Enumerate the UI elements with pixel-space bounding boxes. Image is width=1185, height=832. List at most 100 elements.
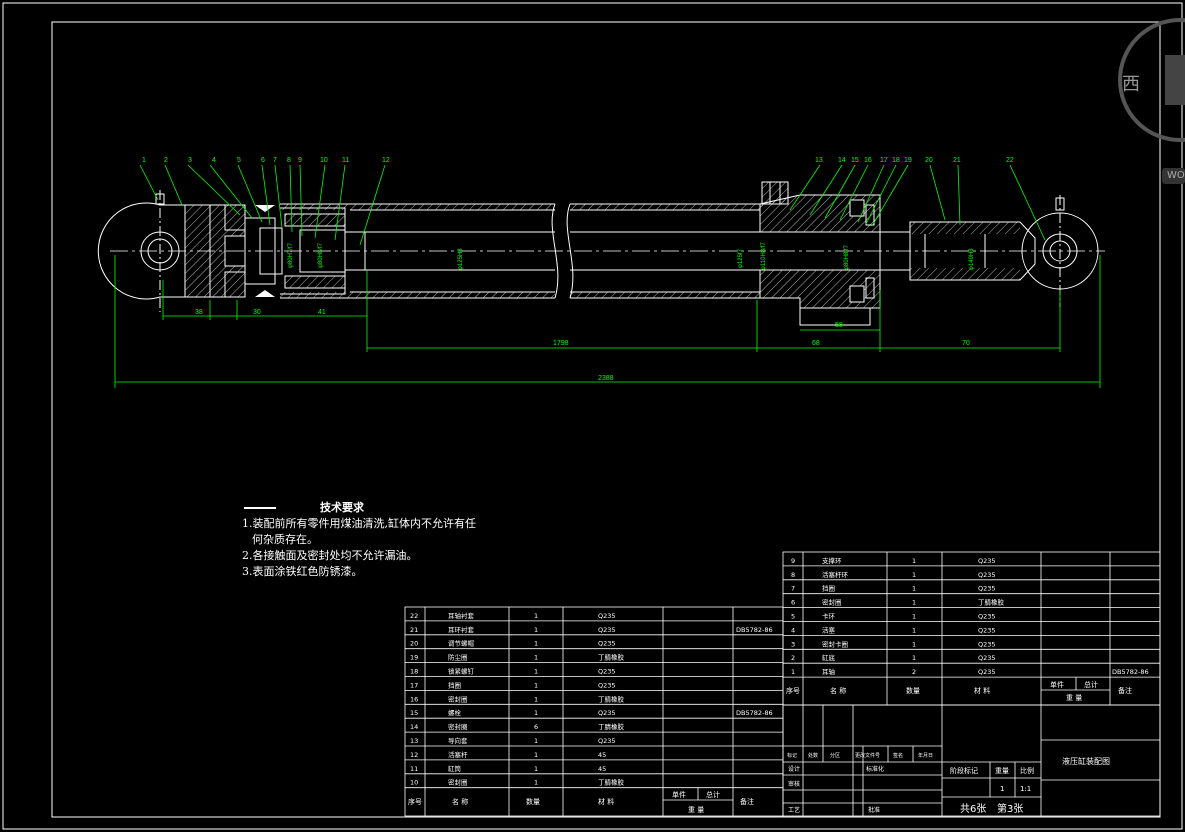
balloon-7: 7	[273, 157, 277, 164]
balloon-8: 8	[287, 157, 291, 164]
tech-title: 技术要求	[320, 501, 364, 514]
bom-cell-name: 密封圈	[822, 598, 842, 607]
bom-left-h-name: 名 称	[452, 797, 468, 806]
bom-cell-name: 缸筒	[448, 764, 462, 773]
bom-cell-mat: Q235	[598, 640, 616, 648]
title-underline	[244, 507, 276, 509]
balloon-labels: 1 2 3 4 5 6 7 8 9 10 11 12 13 14 15 16 1…	[142, 157, 1014, 164]
bom-cell-no: 20	[410, 640, 418, 648]
bom-cell-name: 密封圈	[448, 778, 468, 787]
bom-cell-no: 10	[410, 779, 418, 787]
bom-cell-no: 5	[791, 613, 795, 621]
dim-70: 70	[962, 340, 970, 347]
rev-h-1: 处数	[808, 752, 818, 759]
bom-cell-name: 缸底	[822, 653, 836, 662]
bom-cell-no: 22	[410, 612, 418, 620]
bom-right-h-no: 序号	[786, 686, 800, 695]
bom-cell-mat: 45	[598, 765, 606, 773]
bom-cell-std: DB5782-86	[736, 626, 773, 634]
bom-cell-mat: Q235	[978, 640, 996, 648]
bom-left-h-no: 序号	[408, 797, 422, 806]
bom-cell-mat: Q235	[978, 613, 996, 621]
bom-cell-qty: 1	[912, 626, 916, 634]
tech-line-3: 2.各接触面及密封处均不允许漏油。	[242, 549, 418, 562]
bom-cell-qty: 1	[912, 585, 916, 593]
bom-cell-qty: 1	[912, 571, 916, 579]
rev-h-0: 标记	[787, 752, 797, 759]
bom-cell-no: 7	[791, 585, 795, 593]
bom-cell-name: 螺栓	[448, 708, 462, 717]
bom-cell-qty: 1	[534, 779, 538, 787]
bom-right-h-weight: 重 量	[1066, 694, 1082, 702]
bom-cell-mat: 丁腈橡胶	[598, 694, 625, 703]
rev-h-4: 签名	[893, 752, 903, 759]
bom-cell-mat: 丁腈橡胶	[978, 598, 1005, 607]
balloon-20: 20	[925, 157, 933, 164]
balloon-22: 22	[1006, 157, 1014, 164]
bom-cell-mat: Q235	[598, 626, 616, 634]
bom-cell-mat: Q235	[978, 626, 996, 634]
bom-cell-mat: Q235	[978, 557, 996, 565]
rev-h-2: 分区	[830, 752, 840, 759]
dim-41: 41	[318, 309, 326, 316]
dia-phi-e: φ110H8/f7	[761, 242, 767, 270]
bom-cell-qty: 1	[534, 654, 538, 662]
bom-left-h-weight: 重 量	[688, 806, 704, 814]
balloon-10: 10	[320, 157, 328, 164]
bom-cell-no: 18	[410, 668, 418, 676]
watermark-char: 西	[1122, 74, 1140, 95]
bom-cell-mat: Q235	[978, 585, 996, 593]
bom-cell-mat: 45	[598, 751, 606, 759]
balloon-3: 3	[188, 157, 192, 164]
dia-phi-d: φ125f7	[738, 248, 744, 268]
balloon-13: 13	[815, 157, 823, 164]
bom-right-rows: 9 支撑环 1 Q235 8 活塞杆环 1 Q235 7 挡圈 1 Q235 6 密封圈 1 丁腈橡胶 5 卡环 1…	[783, 556, 1160, 678]
watermark-logo	[1118, 18, 1185, 184]
bom-cell-no: 14	[410, 723, 418, 731]
bom-right-h-name: 名 称	[830, 686, 846, 695]
bom-cell-name: 锁紧螺钉	[448, 667, 475, 676]
bom-cell-qty: 1	[912, 613, 916, 621]
bom-cell-no: 12	[410, 751, 418, 759]
sheet-count: 共6张	[960, 803, 986, 815]
title-block-text: 液压缸装配图 阶段标记 重量 比例 1 1:1 共6张 第3张 标记 处数 分区…	[787, 752, 1110, 815]
bom-right-h-qty: 数量	[906, 686, 920, 695]
balloon-16: 16	[864, 157, 872, 164]
bom-cell-qty: 1	[534, 612, 538, 620]
dia-phi-a: φ80H7/f7	[288, 242, 294, 268]
balloon-11: 11	[342, 157, 349, 164]
bom-cell-no: 19	[410, 654, 418, 662]
bom-cell-qty: 1	[534, 640, 538, 648]
dim-68: 68	[812, 340, 820, 347]
watermark-text: WO	[1167, 170, 1185, 181]
balloon-5: 5	[237, 157, 241, 164]
bom-cell-mat: 丁腈橡胶	[598, 653, 625, 662]
bom-cell-qty: 1	[534, 737, 538, 745]
bom-cell-name: 防尘圈	[448, 653, 468, 662]
bom-cell-mat: Q235	[598, 612, 616, 620]
sheet-number: 第3张	[997, 802, 1023, 815]
bom-cell-name: 活塞杆	[448, 750, 468, 759]
bom-left-header: 序号 名 称 数量 材 料 单件 总计 重 量 备注	[408, 790, 754, 814]
bom-cell-name: 耳环衬套	[448, 625, 475, 634]
balloon-6: 6	[261, 157, 265, 164]
bom-cell-no: 21	[410, 626, 418, 634]
technical-requirements: 技术要求 1.装配前所有零件用煤油清洗,缸体内不允许有任 何杂质存在。 2.各接…	[242, 500, 482, 580]
bom-cell-no: 1	[791, 668, 795, 676]
balloon-9: 9	[298, 157, 302, 164]
role-approve: 批准	[868, 806, 880, 814]
bom-cell-mat: Q235	[598, 709, 616, 717]
bom-cell-qty: 1	[534, 751, 538, 759]
dim-30: 30	[253, 309, 261, 316]
bom-cell-no: 8	[791, 571, 795, 579]
rev-h-5: 年月日	[918, 752, 933, 759]
balloon-18: 18	[892, 157, 900, 164]
dia-phi-f: φ80H8/f7	[844, 244, 850, 270]
bom-cell-no: 2	[791, 654, 795, 662]
bom-left-h-qty: 数量	[526, 797, 540, 806]
diameter-annotations: φ80H7/f7 φ80H8/f7 φ125H8 φ125f7 φ110H8/f…	[288, 242, 975, 270]
bom-cell-name: 导向套	[448, 736, 468, 745]
bom-cell-name: 挡圈	[822, 584, 835, 593]
dia-phi-g: φ140H8	[969, 248, 975, 270]
bom-cell-no: 17	[410, 681, 418, 689]
